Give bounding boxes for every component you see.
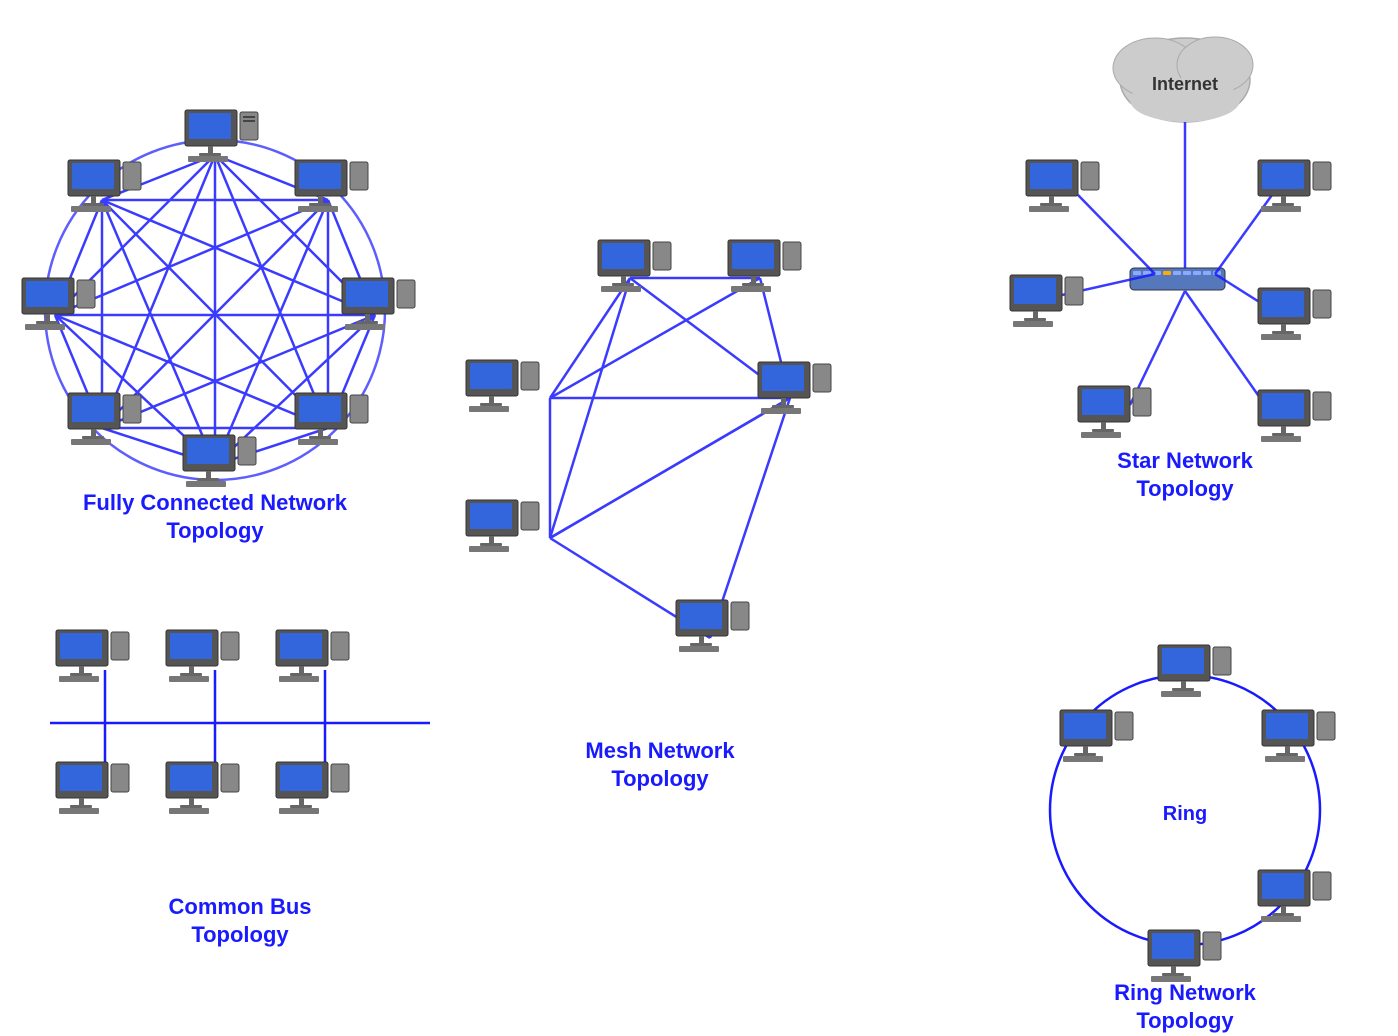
ring-label2: Topology [1136,1008,1234,1033]
common-bus-label: Common Bus [169,894,312,919]
bus-edges [50,670,430,762]
bus-node-bot1 [56,762,129,814]
bus-node-bot2 [166,762,239,814]
ring-node-topleft [1060,710,1133,762]
fc-node-top [185,110,258,162]
fc-node-right [342,278,415,330]
ring-node-top [1158,645,1231,697]
bus-node-bot3 [276,762,349,814]
star-label2: Topology [1136,476,1234,501]
diagram-container: Fully Connected Network Topology [0,0,1398,1036]
bus-node-top3 [276,630,349,682]
fully-connected-label: Fully Connected Network [83,490,348,515]
mesh-node-6 [676,600,749,652]
fc-node-topright [295,160,368,212]
mesh-node-4 [758,362,831,414]
network-diagrams-svg: Fully Connected Network Topology [0,0,1398,1036]
fc-node-bottomright [295,393,368,445]
mesh-node-3 [466,360,539,412]
mesh-label: Mesh Network [585,738,735,763]
ring-inner-label: Ring [1163,803,1207,825]
mesh-label2: Topology [611,766,709,791]
mesh-node-1 [598,240,671,292]
ring-node-topright [1262,710,1335,762]
ring-node-bottom [1148,930,1221,982]
fully-connected-label2: Topology [166,518,264,543]
star-node-bottomright [1258,390,1331,442]
internet-label: Internet [1152,74,1218,94]
bus-node-top1 [56,630,129,682]
star-node-midleft [1010,275,1083,327]
bus-node-top2 [166,630,239,682]
ring-label: Ring Network [1114,980,1257,1005]
star-node-bottomleft [1078,386,1151,438]
mesh-node-2 [728,240,801,292]
star-node-midright [1258,288,1331,340]
mesh-node-5 [466,500,539,552]
common-bus-label2: Topology [191,922,289,947]
star-node-topright [1258,160,1331,212]
star-label: Star Network [1117,448,1253,473]
mesh-edges [550,278,790,638]
